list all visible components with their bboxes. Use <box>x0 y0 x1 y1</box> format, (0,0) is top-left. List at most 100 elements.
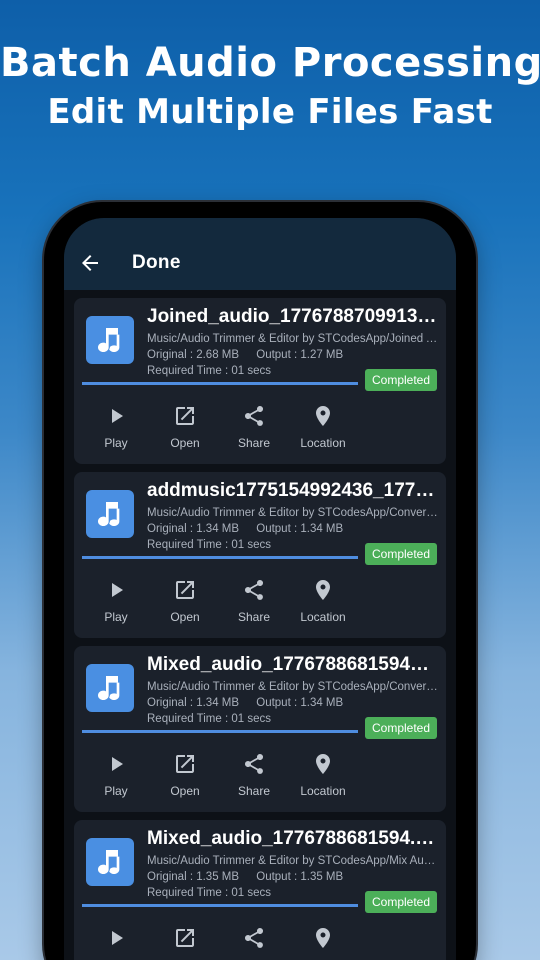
output-size-label: Output : <box>256 523 301 535</box>
app-screen: Done Joined_audio_1776788709913.mp3 Musi… <box>64 218 456 960</box>
original-size-value: 1.35 MB <box>196 871 240 883</box>
share-icon <box>244 927 264 948</box>
share-button[interactable]: Share <box>219 750 289 806</box>
share-button[interactable]: Share <box>219 576 289 632</box>
open-button[interactable]: Open <box>150 576 220 632</box>
file-card: Mixed_audio_1776788681594_1.mp3 Music/Au… <box>74 646 446 812</box>
arrow-left-icon[interactable] <box>78 251 102 275</box>
music-note-icon <box>98 676 120 700</box>
required-time: Required Time : 01 secs <box>147 713 271 725</box>
promo-subheadline: Edit Multiple Files Fast <box>47 92 493 132</box>
file-card: Mixed_audio_1776788681594.mp3 Music/Audi… <box>74 820 446 960</box>
play-icon <box>112 931 123 945</box>
music-note-icon <box>98 850 120 874</box>
file-card: addmusic1775154992436_1776788690042.mp3 … <box>74 472 446 638</box>
status-badge: Completed <box>365 369 437 391</box>
file-name: addmusic1775154992436_1776788690042.mp3 <box>147 480 439 501</box>
progress-bar-fill <box>82 382 358 385</box>
share-button[interactable]: Share <box>219 924 289 960</box>
original-size-label: Original : <box>147 871 197 883</box>
required-time-value: 01 secs <box>231 887 272 899</box>
output-size-value: 1.34 MB <box>300 697 344 709</box>
location-label: Location <box>300 610 346 624</box>
required-time-label: Required Time : <box>147 713 232 725</box>
play-button[interactable]: Play <box>81 924 151 960</box>
file-path: Music/Audio Trimmer & Editor by STCodesA… <box>147 507 439 519</box>
location-pin-icon <box>316 580 330 600</box>
output-size-value: 1.34 MB <box>300 523 344 535</box>
file-path: Music/Audio Trimmer & Editor by STCodesA… <box>147 681 439 693</box>
required-time-value: 01 secs <box>231 365 272 377</box>
status-badge: Completed <box>365 717 437 739</box>
progress-bar <box>82 730 358 733</box>
app-bar: Done <box>64 218 456 290</box>
location-label: Location <box>300 784 346 798</box>
share-label: Share <box>237 436 271 450</box>
required-time-value: 01 secs <box>231 539 272 551</box>
file-name: Joined_audio_1776788709913.mp3 <box>147 306 439 327</box>
share-label: Share <box>237 610 271 624</box>
play-button[interactable]: Play <box>81 750 151 806</box>
play-label: Play <box>104 784 128 798</box>
play-icon <box>112 409 123 423</box>
file-sizes: Original : 2.68 MB Output : 1.27 MB <box>147 349 343 361</box>
open-label: Open <box>170 436 200 450</box>
required-time: Required Time : 01 secs <box>147 539 271 551</box>
file-card: Joined_audio_1776788709913.mp3 Music/Aud… <box>74 298 446 464</box>
audio-file-thumbnail <box>86 490 134 538</box>
original-size-label: Original : <box>147 523 197 535</box>
output-size-label: Output : <box>256 871 301 883</box>
original-size-label: Original : <box>147 697 197 709</box>
file-name: Mixed_audio_1776788681594_1.mp3 <box>147 654 439 675</box>
share-icon <box>244 579 264 600</box>
file-actions: Play Open Share Location <box>74 924 446 960</box>
audio-file-thumbnail <box>86 664 134 712</box>
file-actions: Play Open Share Location <box>74 576 446 632</box>
progress-bar-fill <box>82 556 358 559</box>
music-note-icon <box>98 502 120 526</box>
processed-files-list: Joined_audio_1776788709913.mp3 Music/Aud… <box>74 298 446 960</box>
location-button[interactable]: Location <box>288 576 358 632</box>
location-button[interactable]: Location <box>288 750 358 806</box>
file-actions: Play Open Share Location <box>74 402 446 458</box>
location-button[interactable]: Location <box>288 402 358 458</box>
progress-bar <box>82 904 358 907</box>
progress-bar <box>82 556 358 559</box>
open-external-icon <box>176 755 194 773</box>
output-size-value: 1.35 MB <box>300 871 344 883</box>
open-button[interactable]: Open <box>150 924 220 960</box>
original-size-value: 1.34 MB <box>196 697 240 709</box>
audio-file-thumbnail <box>86 838 134 886</box>
progress-bar-fill <box>82 730 358 733</box>
original-size-value: 1.34 MB <box>196 523 240 535</box>
location-button[interactable]: Location <box>288 924 358 960</box>
play-button[interactable]: Play <box>81 402 151 458</box>
promo-headline: Batch Audio Processing <box>0 40 540 86</box>
file-sizes: Original : 1.35 MB Output : 1.35 MB <box>147 871 343 883</box>
file-path: Music/Audio Trimmer & Editor by STCodesA… <box>147 333 439 345</box>
share-label: Share <box>237 784 271 798</box>
progress-bar-fill <box>82 904 358 907</box>
open-external-icon <box>176 407 194 425</box>
required-time: Required Time : 01 secs <box>147 887 271 899</box>
music-note-icon <box>98 328 120 352</box>
location-pin-icon <box>316 928 330 948</box>
play-button[interactable]: Play <box>81 576 151 632</box>
play-icon <box>112 757 123 771</box>
open-label: Open <box>170 784 200 798</box>
output-size-label: Output : <box>256 349 301 361</box>
open-label: Open <box>170 610 200 624</box>
file-actions: Play Open Share Location <box>74 750 446 806</box>
share-icon <box>244 753 264 774</box>
file-sizes: Original : 1.34 MB Output : 1.34 MB <box>147 697 343 709</box>
original-size-value: 2.68 MB <box>196 349 240 361</box>
play-label: Play <box>104 436 128 450</box>
required-time-label: Required Time : <box>147 539 232 551</box>
required-time-label: Required Time : <box>147 365 232 377</box>
share-button[interactable]: Share <box>219 402 289 458</box>
open-button[interactable]: Open <box>150 750 220 806</box>
open-external-icon <box>176 929 194 947</box>
open-button[interactable]: Open <box>150 402 220 458</box>
open-external-icon <box>176 581 194 599</box>
status-badge: Completed <box>365 543 437 565</box>
